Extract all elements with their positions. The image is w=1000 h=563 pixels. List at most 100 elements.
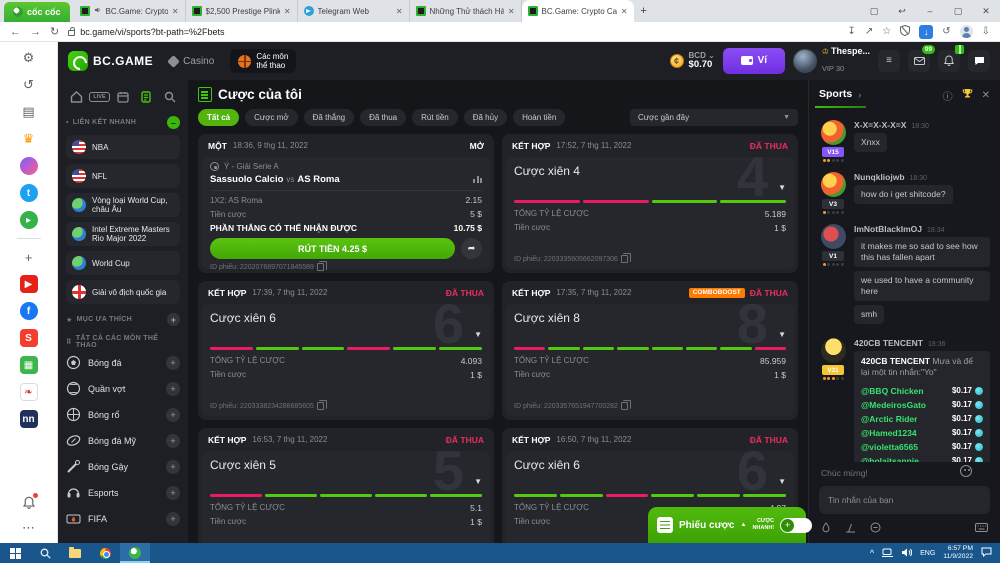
sidebar-quick-link[interactable]: Giải vô địch quốc gia xyxy=(66,280,180,304)
expand-sport-button[interactable]: + xyxy=(166,460,180,474)
sidebar-quick-link[interactable]: NBA xyxy=(66,135,180,159)
adblock-shield-icon[interactable] xyxy=(900,25,910,39)
sidebar-sport-esports[interactable]: Esports+ xyxy=(66,485,180,500)
cashout-button[interactable]: RÚT TIỀN 4.25 $ xyxy=(210,238,455,259)
filter-pill[interactable]: Hoàn tiền xyxy=(513,109,565,126)
chat-username[interactable]: Nunqkliojwb xyxy=(854,172,905,182)
tip-recipient-name[interactable]: @violetta6565 xyxy=(861,442,918,453)
emoji-smiley-icon[interactable] xyxy=(960,465,972,477)
bookmark-star-icon[interactable]: ☆ xyxy=(882,26,891,37)
nav-sports[interactable]: Các mônthể thao xyxy=(230,49,296,73)
chat-username[interactable]: ImNotBlackImOJ xyxy=(854,224,922,234)
browser-tab[interactable]: BC.Game: Crypto Casino✕ xyxy=(74,0,186,22)
url-text[interactable]: bc.game/vi/sports?bt-path=%2Fbets xyxy=(80,27,224,37)
recent-tabs-icon[interactable]: ↩ xyxy=(888,0,916,22)
youtube-icon[interactable]: ▶ xyxy=(20,275,38,293)
balance-display[interactable]: ¢ BCD ⌄ $0.70 xyxy=(670,51,715,71)
tip-recipient-name[interactable]: @BBQ Chicken xyxy=(861,386,924,397)
sidebar-sport-soccer[interactable]: Bóng đá+ xyxy=(66,355,180,370)
bcgame-logo[interactable]: BC.GAME xyxy=(68,51,153,71)
notifications-bell-icon[interactable] xyxy=(938,50,960,72)
expand-sport-button[interactable]: + xyxy=(166,434,180,448)
chevron-right-icon[interactable]: › xyxy=(858,90,861,100)
coccoc-menu-button[interactable]: cốc cốc xyxy=(4,2,70,22)
expand-sport-button[interactable]: + xyxy=(166,512,180,526)
more-options-icon[interactable]: ⋯ xyxy=(20,519,38,537)
history-icon[interactable]: ↺ xyxy=(20,76,38,94)
tab-audio-icon[interactable] xyxy=(94,6,102,16)
downloads-tray-icon[interactable]: ⇩ xyxy=(982,26,990,37)
home-icon[interactable] xyxy=(66,87,86,107)
start-button[interactable] xyxy=(0,543,30,563)
expand-sport-button[interactable]: + xyxy=(166,382,180,396)
notifications-bell-icon[interactable] xyxy=(20,493,38,511)
user-avatar[interactable] xyxy=(793,49,817,73)
chat-commands-icon[interactable] xyxy=(845,523,856,535)
tab-close-icon[interactable]: ✕ xyxy=(621,7,628,16)
bet-list-menu-icon[interactable]: ≡ xyxy=(878,50,900,72)
leaf-app-icon[interactable]: ❧ xyxy=(20,383,38,401)
chat-close-icon[interactable]: ✕ xyxy=(982,90,990,101)
expand-sport-button[interactable]: + xyxy=(166,486,180,500)
expand-bet-icon[interactable]: ▼ xyxy=(474,477,482,486)
chat-avatar[interactable] xyxy=(821,338,846,363)
sidebar-quick-link[interactable]: Intel Extreme Masters Rio Major 2022 xyxy=(66,222,180,246)
twitter-icon[interactable]: t xyxy=(20,184,38,202)
share-bet-button[interactable]: ➦ xyxy=(461,238,482,259)
forward-button[interactable]: → xyxy=(30,26,41,38)
chat-message-input[interactable] xyxy=(819,486,990,514)
browser-tab[interactable]: BC.Game: Crypto Casino Gai✕ xyxy=(522,0,634,22)
sidebar-sport-basketball[interactable]: Bóng rổ+ xyxy=(66,407,180,422)
maximize-button[interactable]: ▢ xyxy=(944,0,972,22)
chrome-icon[interactable] xyxy=(90,543,120,563)
navy-app-icon[interactable]: nn xyxy=(20,410,38,428)
tab-close-icon[interactable]: ✕ xyxy=(508,7,515,16)
chat-username[interactable]: 420CB TENCENT xyxy=(854,338,923,348)
action-center-icon[interactable] xyxy=(981,547,992,559)
chat-toggle-icon[interactable] xyxy=(968,50,990,72)
sidebar-sport-tennis[interactable]: Quần vợt+ xyxy=(66,381,180,396)
chat-avatar[interactable] xyxy=(821,172,846,197)
chat-avatar[interactable] xyxy=(821,224,846,249)
browser-tab[interactable]: $2,500 Prestige Plinko Challe✕ xyxy=(186,0,298,22)
browser-tab[interactable]: Những Thử thách Hàng ngà✕ xyxy=(410,0,522,22)
reload-button[interactable]: ↻ xyxy=(50,25,59,38)
chat-info-icon[interactable]: ⓘ xyxy=(943,88,953,103)
taskbar-search-icon[interactable] xyxy=(30,543,60,563)
tip-recipient-name[interactable]: @Arctic Rider xyxy=(861,414,917,425)
file-explorer-icon[interactable] xyxy=(60,543,90,563)
clock[interactable]: 6:57 PM 11/9/2022 xyxy=(943,545,973,562)
sidebar-quick-link[interactable]: NFL xyxy=(66,164,180,188)
collapse-quick-links-button[interactable]: – xyxy=(167,116,180,129)
copy-icon[interactable] xyxy=(317,402,324,410)
chat-rules-icon[interactable] xyxy=(870,522,881,535)
tab-close-icon[interactable]: ✕ xyxy=(284,7,291,16)
trophy-icon[interactable] xyxy=(962,88,973,102)
gif-keyboard-icon[interactable] xyxy=(975,523,988,534)
add-sidebar-app-icon[interactable]: + xyxy=(20,248,38,266)
expand-bet-icon[interactable]: ▼ xyxy=(474,330,482,339)
expand-sport-button[interactable]: + xyxy=(166,408,180,422)
shopping-app-icon[interactable]: S xyxy=(20,329,38,347)
tip-recipient-name[interactable]: @MedeirosGato xyxy=(861,400,926,411)
tip-recipient-name[interactable]: @Hamed1234 xyxy=(861,428,917,439)
chat-username[interactable]: X-X=X-X-X=X xyxy=(854,120,906,130)
facebook-icon[interactable]: f xyxy=(20,302,38,320)
expand-bet-icon[interactable]: ▼ xyxy=(778,330,786,339)
volume-icon[interactable] xyxy=(901,548,912,559)
user-profile[interactable]: ♔Thespe... VIP 30 xyxy=(793,46,870,76)
filter-pill[interactable]: Rút tiền xyxy=(412,109,458,126)
share-icon[interactable]: ↗ xyxy=(865,26,873,37)
sidebar-quick-link[interactable]: World Cup xyxy=(66,251,180,275)
sort-dropdown[interactable]: Cược gần đây ▼ xyxy=(630,109,798,126)
tab-close-icon[interactable]: ✕ xyxy=(396,7,403,16)
profile-avatar-icon[interactable] xyxy=(960,25,973,38)
nav-casino[interactable]: Casino xyxy=(169,56,214,67)
tip-rain-icon[interactable] xyxy=(821,522,831,535)
network-icon[interactable] xyxy=(882,548,893,559)
sidebar-sport-american-football[interactable]: Bóng đá Mỹ+ xyxy=(66,433,180,448)
add-favorite-button[interactable]: + xyxy=(167,313,180,326)
stats-icon[interactable] xyxy=(473,176,482,183)
chat-room-tab[interactable]: Sports xyxy=(819,88,852,102)
mail-icon[interactable]: 99 xyxy=(908,50,930,72)
